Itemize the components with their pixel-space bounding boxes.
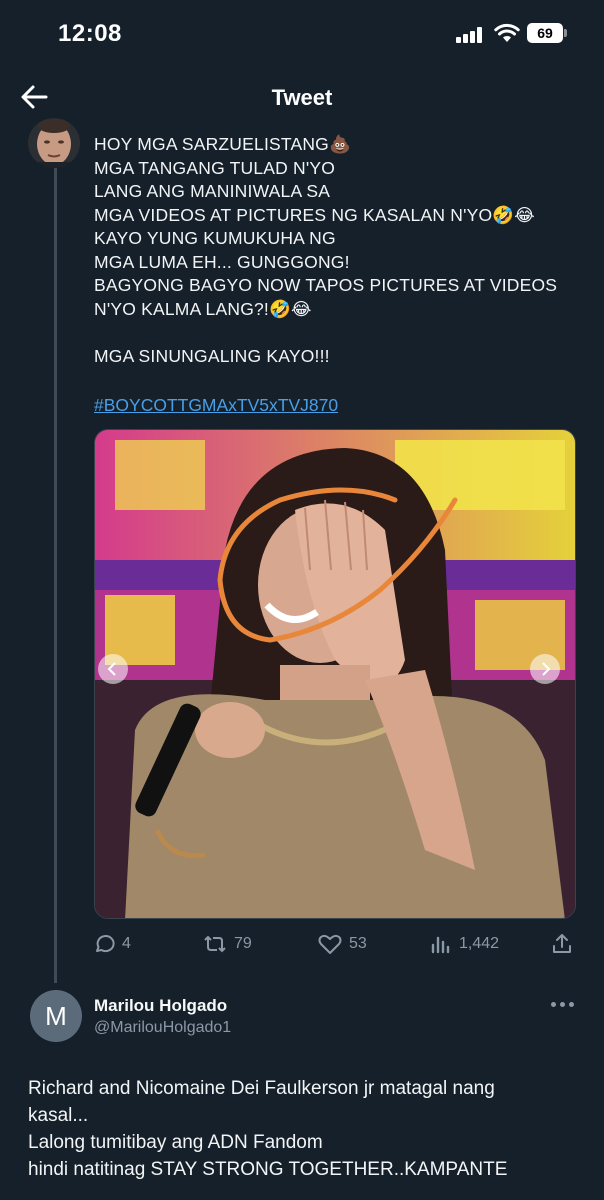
tweet-line bbox=[94, 321, 584, 345]
tweet-line: MGA VIDEOS AT PICTURES NG KASALAN N'YO🤣😂 bbox=[94, 204, 535, 225]
tweet-line: MGA LUMA EH... GUNGGONG! bbox=[94, 251, 350, 272]
like-button[interactable]: 53 bbox=[317, 930, 367, 958]
share-icon bbox=[553, 934, 571, 953]
tweet-action-bar: 4 79 53 1,442 bbox=[92, 930, 582, 958]
tweet-line: MGA TANGANG TULAD N'YO bbox=[94, 157, 336, 178]
reply-count: 4 bbox=[122, 935, 131, 952]
reply-line: Richard and Nicomaine Dei Faulkerson jr … bbox=[28, 1078, 495, 1099]
retweet-count: 79 bbox=[234, 935, 252, 952]
like-count: 53 bbox=[349, 935, 367, 952]
thread-connector bbox=[54, 168, 57, 983]
views-icon bbox=[431, 936, 450, 954]
views-button[interactable]: 1,442 bbox=[429, 930, 499, 958]
view-count: 1,442 bbox=[459, 935, 500, 952]
status-bar: 12:08 69 bbox=[0, 0, 604, 70]
clock: 12:08 bbox=[58, 20, 122, 47]
carousel-next-button[interactable] bbox=[530, 654, 560, 684]
reply-author-avatar[interactable]: M bbox=[30, 990, 82, 1042]
tweet-media-image[interactable] bbox=[94, 429, 576, 919]
cellular-signal-icon bbox=[456, 27, 486, 43]
page-title: Tweet bbox=[271, 85, 333, 110]
tweet-line: MGA SINUNGALING KAYO!!! bbox=[94, 345, 330, 366]
carousel-prev-button[interactable] bbox=[98, 654, 128, 684]
reply-text: Richard and Nicomaine Dei Faulkerson jr … bbox=[28, 1075, 588, 1183]
tweet-line: HOY MGA SARZUELISTANG💩 bbox=[94, 134, 351, 154]
reply-line: Lalong tumitibay ang ADN Fandom bbox=[28, 1132, 323, 1153]
tweet-line: N'YO KALMA LANG?!🤣😂 bbox=[94, 298, 312, 319]
heart-icon bbox=[318, 934, 342, 954]
reply-icon bbox=[96, 935, 115, 953]
battery-indicator: 69 bbox=[527, 23, 567, 43]
chevron-right-icon bbox=[542, 662, 551, 676]
reply-author-handle[interactable]: @MarilouHolgado1 bbox=[94, 1019, 231, 1037]
tweet-text: HOY MGA SARZUELISTANG💩 MGA TANGANG TULAD… bbox=[94, 133, 584, 368]
tweet-line: BAGYONG BAGYO NOW TAPOS PICTURES AT VIDE… bbox=[94, 275, 558, 295]
retweet-icon bbox=[204, 935, 226, 953]
author-avatar[interactable] bbox=[28, 118, 80, 168]
tweet-line: KAYO YUNG KUMUKUHA NG bbox=[94, 228, 336, 248]
header: Tweet bbox=[0, 70, 604, 126]
hashtag-link[interactable]: #BOYCOTTGMAxTV5xTVJ870 bbox=[94, 395, 338, 416]
tweet-line: LANG ANG MANINIWALA SA bbox=[94, 181, 331, 201]
reply-line: kasal... bbox=[28, 1105, 89, 1126]
chevron-left-icon bbox=[107, 662, 116, 676]
reply-line: hindi natitinag STAY STRONG TOGETHER..KA… bbox=[28, 1159, 508, 1180]
reply-author-name[interactable]: Marilou Holgado bbox=[94, 996, 227, 1016]
wifi-icon bbox=[494, 23, 520, 42]
share-button[interactable] bbox=[550, 930, 574, 958]
more-options-icon[interactable] bbox=[550, 994, 576, 1014]
reply-button[interactable]: 4 bbox=[92, 930, 131, 958]
retweet-button[interactable]: 79 bbox=[202, 930, 252, 958]
